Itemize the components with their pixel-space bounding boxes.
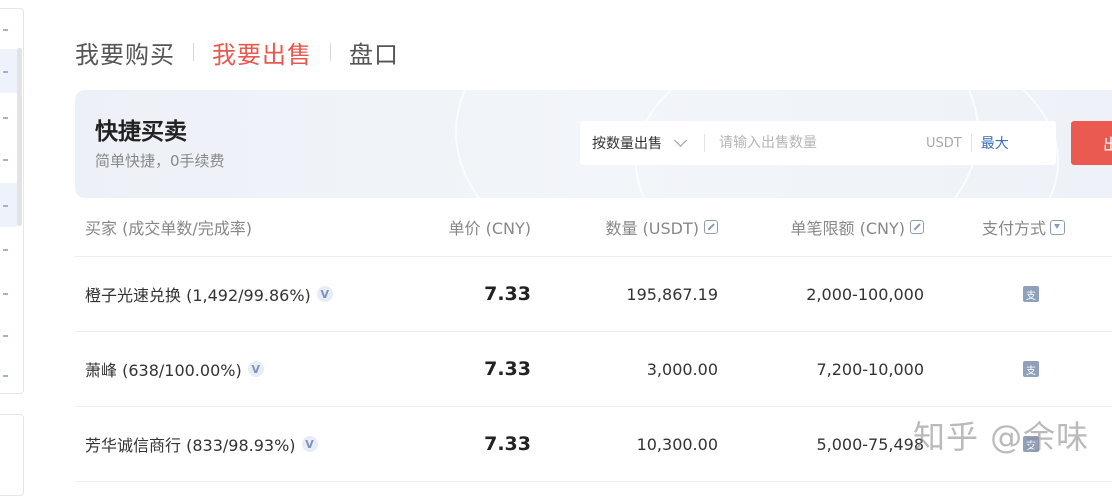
quantity-cell: 3,000.00	[646, 359, 718, 379]
quantity-cell: 10,300.00	[636, 434, 718, 454]
header-limit: 单笔限额 (CNY)	[718, 215, 924, 239]
trade-mode-label: 按数量出售	[592, 136, 662, 152]
table-row[interactable]: 橙子光速兑换 (1,492/99.86%) V 7.33 195,867.19 …	[75, 257, 1112, 332]
verified-badge: V	[316, 286, 333, 302]
sidebar-tick	[3, 375, 8, 377]
table-row[interactable]: 萧峰 (638/100.00%) V 7.33 3,000.00 7,200-1…	[75, 332, 1112, 407]
sidebar-panel-lower	[0, 414, 24, 496]
buyer-cell: 萧峰 (638/100.00%) V	[75, 357, 425, 381]
sidebar-tick	[3, 71, 8, 73]
quantity-input[interactable]	[717, 134, 926, 152]
sidebar-tick	[3, 29, 8, 31]
verified-badge: V	[301, 436, 318, 452]
sidebar-tick	[3, 335, 8, 337]
sidebar-tick	[3, 205, 8, 207]
header-price: 单价 (CNY)	[448, 219, 532, 238]
alipay-icon: 支	[1023, 286, 1039, 302]
watermark: 知乎 @余味	[913, 418, 1090, 456]
quick-trade-form: 按数量出售 USDT 最大	[580, 121, 1056, 165]
header-quantity: 数量 (USDT)	[531, 215, 718, 239]
limit-cell: 5,000-75,498	[816, 434, 924, 454]
buyer-name[interactable]: 橙子光速兑换 (1,492/99.86%)	[85, 282, 311, 306]
buyer-cell: 芳华诚信商行 (833/98.93%) V	[75, 432, 425, 456]
limit-cell: 7,200-10,000	[816, 359, 924, 379]
banner-title: 快捷买卖	[95, 119, 187, 145]
trade-mode-select[interactable]: 按数量出售	[580, 133, 704, 153]
sidebar-tick	[3, 293, 8, 295]
payment-cell: 支	[924, 361, 1065, 377]
sidebar-scrollbar[interactable]	[17, 48, 22, 226]
max-button[interactable]: 最大	[981, 133, 1009, 153]
header-buyer: 买家 (成交单数/完成率)	[85, 219, 252, 238]
field-divider	[704, 134, 705, 152]
payment-cell: 支	[924, 286, 1065, 302]
price-cell: 7.33	[484, 358, 531, 380]
buyer-name[interactable]: 芳华诚信商行 (833/98.93%)	[85, 432, 296, 456]
field-divider	[970, 134, 972, 152]
header-payment: 支付方式	[924, 215, 1065, 239]
buyer-cell: 橙子光速兑换 (1,492/99.86%) V	[75, 282, 425, 306]
tab-divider	[330, 43, 331, 61]
tab-sell[interactable]: 我要出售	[212, 35, 312, 70]
chevron-down-icon	[674, 134, 687, 147]
header-limit-label: 单笔限额 (CNY)	[790, 219, 906, 238]
tab-divider	[193, 43, 194, 61]
quick-trade-banner: 快捷买卖 简单快捷，0手续费 按数量出售 USDT 最大 出	[75, 90, 1112, 198]
sidebar-tick	[3, 249, 8, 251]
unit-label: USDT	[926, 135, 962, 151]
edit-icon[interactable]	[910, 220, 924, 234]
header-quantity-label: 数量 (USDT)	[605, 219, 699, 238]
alipay-icon: 支	[1023, 361, 1039, 377]
table-header: 买家 (成交单数/完成率) 单价 (CNY) 数量 (USDT) 单笔限额 (C…	[75, 198, 1112, 257]
trade-tabs: 我要购买 我要出售 盘口	[75, 34, 399, 70]
price-cell: 7.33	[484, 433, 531, 455]
filter-icon[interactable]	[1050, 219, 1065, 235]
verified-badge: V	[247, 361, 264, 377]
price-cell: 7.33	[484, 283, 531, 305]
tab-buy[interactable]: 我要购买	[75, 35, 175, 70]
quantity-cell: 195,867.19	[626, 284, 718, 304]
sell-submit-button[interactable]: 出	[1071, 121, 1112, 165]
limit-cell: 2,000-100,000	[806, 284, 924, 304]
tab-orderbook[interactable]: 盘口	[349, 35, 399, 70]
sidebar-tick	[3, 159, 8, 161]
buyer-name[interactable]: 萧峰 (638/100.00%)	[85, 357, 242, 381]
sidebar-tick	[3, 117, 8, 119]
edit-icon[interactable]	[704, 220, 718, 234]
banner-subtitle: 简单快捷，0手续费	[95, 152, 225, 170]
header-payment-label: 支付方式	[981, 219, 1046, 238]
